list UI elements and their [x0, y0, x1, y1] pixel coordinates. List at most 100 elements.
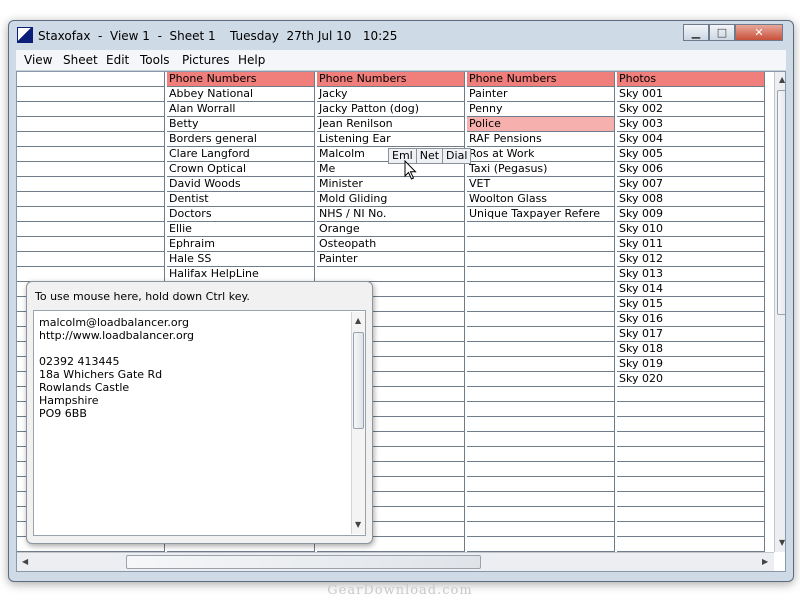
grid-cell[interactable] — [467, 327, 615, 342]
scroll-left-icon[interactable]: ◀ — [22, 557, 28, 566]
grid-cell[interactable] — [17, 162, 165, 177]
horizontal-scrollbar[interactable]: ◀ ▶ — [17, 552, 774, 571]
menu-sheet[interactable]: Sheet — [63, 53, 98, 67]
grid-cell[interactable] — [467, 372, 615, 387]
grid-cell[interactable]: Jacky Patton (dog) — [317, 102, 465, 117]
grid-cell[interactable] — [617, 462, 765, 477]
grid-cell[interactable] — [17, 87, 165, 102]
menu-pictures[interactable]: Pictures — [182, 53, 230, 67]
grid-cell[interactable]: Woolton Glass — [467, 192, 615, 207]
grid-cell[interactable]: Orange — [317, 222, 465, 237]
grid-cell[interactable]: Hale SS — [167, 252, 315, 267]
grid-cell[interactable] — [17, 237, 165, 252]
grid-cell[interactable]: Borders general — [167, 132, 315, 147]
grid-cell[interactable]: Sky 008 — [617, 192, 765, 207]
grid-cell[interactable] — [467, 402, 615, 417]
grid-cell[interactable]: Sky 001 — [617, 87, 765, 102]
grid-cell[interactable]: Alan Worrall — [167, 102, 315, 117]
grid-cell[interactable]: Abbey National — [167, 87, 315, 102]
grid-cell[interactable]: Jacky — [317, 87, 465, 102]
grid-cell[interactable]: David Woods — [167, 177, 315, 192]
column-header[interactable]: Phone Numbers — [317, 72, 465, 87]
grid-cell[interactable] — [467, 312, 615, 327]
grid-cell[interactable]: Unique Taxpayer Refere — [467, 207, 615, 222]
grid-cell[interactable] — [317, 267, 465, 282]
grid-cell[interactable] — [467, 237, 615, 252]
grid-cell[interactable]: Penny — [467, 102, 615, 117]
grid-cell[interactable]: Crown Optical — [167, 162, 315, 177]
grid-cell[interactable] — [467, 267, 615, 282]
grid-cell[interactable] — [17, 102, 165, 117]
grid-cell[interactable] — [467, 432, 615, 447]
net-button[interactable]: Net — [417, 149, 444, 163]
grid-cell[interactable]: Mold Gliding — [317, 192, 465, 207]
grid-cell[interactable] — [467, 252, 615, 267]
column-header[interactable]: Photos — [617, 72, 765, 87]
grid-cell[interactable]: Ephraim — [167, 237, 315, 252]
grid-cell[interactable]: Sky 004 — [617, 132, 765, 147]
grid-cell[interactable] — [617, 447, 765, 462]
grid-cell[interactable] — [467, 522, 615, 537]
grid-cell[interactable]: Jean Renilson — [317, 117, 465, 132]
grid-cell[interactable]: Police — [467, 117, 615, 132]
grid-cell[interactable] — [17, 192, 165, 207]
close-button[interactable]: ✕ — [735, 24, 783, 41]
popup-scroll-up-icon[interactable]: ▲ — [355, 316, 361, 325]
grid-cell[interactable] — [17, 117, 165, 132]
grid-cell[interactable] — [467, 507, 615, 522]
grid-cell[interactable]: Sky 002 — [617, 102, 765, 117]
grid-cell[interactable] — [467, 387, 615, 402]
grid-cell[interactable]: Sky 012 — [617, 252, 765, 267]
minimize-button[interactable]: ▁ — [683, 24, 709, 41]
scroll-up-icon[interactable]: ▲ — [779, 75, 785, 84]
grid-cell[interactable] — [617, 507, 765, 522]
grid-cell[interactable] — [17, 207, 165, 222]
grid-cell[interactable]: Painter — [317, 252, 465, 267]
grid-cell[interactable]: Sky 016 — [617, 312, 765, 327]
grid-cell[interactable] — [617, 402, 765, 417]
grid-cell[interactable] — [467, 222, 615, 237]
grid-cell[interactable] — [17, 177, 165, 192]
grid-cell[interactable] — [617, 417, 765, 432]
vertical-scrollbar[interactable]: ▲ ▼ — [774, 72, 785, 552]
grid-cell[interactable] — [17, 222, 165, 237]
menu-tools[interactable]: Tools — [140, 53, 170, 67]
column-header[interactable]: Phone Numbers — [167, 72, 315, 87]
scroll-right-icon[interactable]: ▶ — [762, 557, 768, 566]
grid-cell[interactable] — [467, 357, 615, 372]
grid-cell[interactable]: Painter — [467, 87, 615, 102]
grid-cell[interactable] — [17, 252, 165, 267]
grid-cell[interactable] — [617, 432, 765, 447]
grid-cell[interactable]: Clare Langford — [167, 147, 315, 162]
grid-cell[interactable]: Sky 017 — [617, 327, 765, 342]
grid-cell[interactable]: Sky 005 — [617, 147, 765, 162]
grid-cell[interactable] — [17, 147, 165, 162]
grid-cell[interactable]: RAF Pensions — [467, 132, 615, 147]
grid-cell[interactable] — [467, 537, 615, 552]
grid-cell[interactable] — [17, 132, 165, 147]
grid-cell[interactable] — [467, 462, 615, 477]
grid-cell[interactable]: Doctors — [167, 207, 315, 222]
grid-cell[interactable]: Taxi (Pegasus) — [467, 162, 615, 177]
popup-scroll-down-icon[interactable]: ▼ — [355, 520, 361, 529]
grid-cell[interactable]: Sky 018 — [617, 342, 765, 357]
maximize-button[interactable]: □ — [709, 24, 735, 41]
grid-cell[interactable] — [617, 492, 765, 507]
popup-scrollbar[interactable]: ▲ ▼ — [351, 312, 365, 534]
grid-cell[interactable] — [617, 522, 765, 537]
grid-cell[interactable]: Sky 010 — [617, 222, 765, 237]
scroll-down-icon[interactable]: ▼ — [779, 538, 785, 547]
grid-cell[interactable]: Listening Ear — [317, 132, 465, 147]
grid-cell[interactable]: Ros at Work — [467, 147, 615, 162]
grid-cell[interactable]: Sky 019 — [617, 357, 765, 372]
grid-cell[interactable]: Me — [317, 162, 465, 177]
dial-button[interactable]: Dial — [443, 149, 470, 163]
vertical-scroll-thumb[interactable] — [777, 90, 785, 315]
menu-view[interactable]: View — [24, 53, 52, 67]
grid-cell[interactable]: Sky 006 — [617, 162, 765, 177]
grid-cell[interactable]: Sky 011 — [617, 237, 765, 252]
grid-cell[interactable] — [17, 267, 165, 282]
grid-cell[interactable]: Sky 020 — [617, 372, 765, 387]
grid-cell[interactable] — [467, 492, 615, 507]
grid-cell[interactable]: VET — [467, 177, 615, 192]
